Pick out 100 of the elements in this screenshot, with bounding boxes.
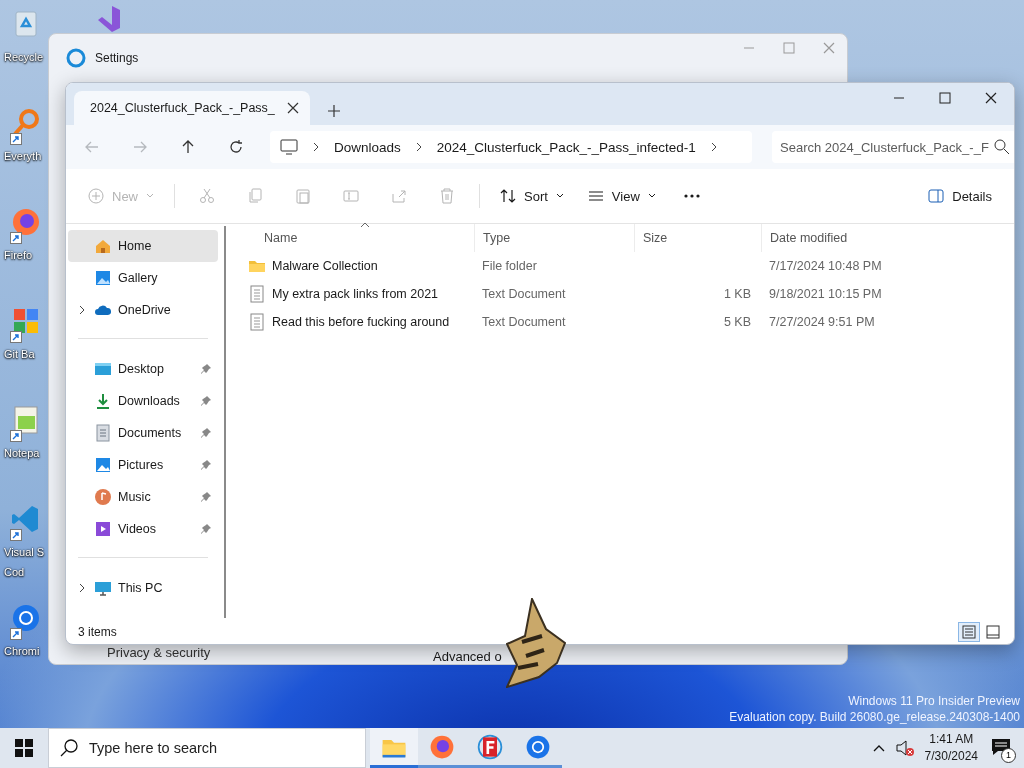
desktop-icon — [94, 360, 112, 378]
letter-f-app-icon — [476, 732, 504, 761]
download-icon — [94, 392, 112, 410]
speaker-muted-icon — [894, 739, 915, 757]
back-icon — [84, 139, 100, 155]
maximize-icon — [783, 42, 795, 54]
text-file-icon — [248, 285, 266, 303]
desktop-icon-label: Everyth — [3, 149, 42, 163]
sidebar-item[interactable]: Gallery — [68, 262, 218, 294]
file-date: 9/18/2021 10:15 PM — [768, 287, 883, 301]
details-pane-icon — [928, 189, 945, 203]
close-icon — [286, 102, 299, 114]
plus-icon — [88, 188, 104, 204]
window-title: Settings — [95, 51, 139, 65]
search-icon — [994, 139, 1010, 155]
desktop-icon-label: Visual S — [3, 545, 45, 559]
up-arrow-icon — [180, 139, 196, 155]
column-header[interactable]: Name — [242, 224, 474, 252]
sidebar-item[interactable]: This PC — [68, 572, 218, 604]
column-header[interactable]: Size — [634, 224, 761, 252]
taskbar-search-field[interactable]: Type here to search — [48, 728, 366, 768]
copy-icon — [247, 188, 263, 204]
column-header[interactable]: Type — [474, 224, 634, 252]
sidebar-item[interactable]: OneDrive — [68, 294, 218, 326]
document-icon — [94, 424, 112, 442]
notification-count: 1 — [1001, 748, 1016, 763]
settings-icon — [65, 47, 87, 69]
notifications-button[interactable]: 1 — [988, 735, 1014, 761]
monitor-icon — [280, 139, 298, 155]
sidebar-item[interactable]: Documents — [68, 417, 218, 449]
chevron-icon — [709, 142, 718, 152]
close-icon — [985, 92, 997, 104]
scissors-icon — [199, 188, 215, 204]
caret-icon — [146, 193, 154, 199]
file-name[interactable]: My extra pack links from 2021 — [272, 287, 439, 301]
search-field[interactable]: Search 2024_Clusterfuck_Pack_-_F — [772, 131, 1014, 163]
chevron-up-icon — [872, 744, 885, 752]
clock-time[interactable]: 1:41 AM — [929, 731, 974, 748]
pin-icon — [200, 491, 212, 503]
sidebar-item[interactable]: Desktop — [68, 353, 218, 385]
chat-bubble-icon — [990, 736, 1012, 757]
details-view-button[interactable] — [958, 622, 980, 642]
caret-icon — [555, 193, 564, 199]
link-text[interactable]: Advanced o — [433, 649, 502, 664]
view-button[interactable]: View — [579, 180, 664, 212]
plus-icon — [328, 105, 340, 117]
item-count: 3 items — [78, 625, 117, 639]
file-size: 5 KB — [723, 315, 751, 329]
column-header[interactable]: Date modified — [761, 224, 921, 252]
details-button[interactable]: Details — [920, 180, 1000, 212]
text-file-icon — [248, 313, 266, 331]
file-size: 1 KB — [723, 287, 751, 301]
refresh-icon — [228, 139, 244, 155]
nav-item[interactable]: Privacy & security — [107, 645, 211, 660]
details-view-icon — [962, 625, 976, 639]
pin-icon — [200, 363, 212, 375]
list-lines-icon — [587, 188, 604, 204]
sidebar-item[interactable]: Pictures — [68, 449, 218, 481]
pin-icon — [200, 395, 212, 407]
pin-icon — [200, 459, 212, 471]
browser-icon — [10, 602, 42, 634]
desktop-icon-label: Firefo — [3, 248, 33, 262]
watermark-text: Evaluation copy. Build 26080.ge_release.240308-1400 — [729, 710, 1020, 724]
share-icon — [391, 188, 407, 204]
sidebar-item[interactable]: Videos — [68, 513, 218, 545]
desktop-icon-label: Recycle — [3, 50, 44, 64]
chevron-icon — [78, 305, 86, 315]
video-icon — [94, 520, 112, 538]
clipboard-icon — [295, 188, 311, 204]
breadcrumb[interactable]: Downloads — [334, 139, 401, 155]
folder-tab[interactable]: 2024_Clusterfuck_Pack_-_Pass_ — [74, 91, 310, 125]
file-type: Text Document — [481, 287, 567, 301]
taskbar-app-button[interactable] — [370, 728, 418, 768]
music-icon — [94, 488, 112, 506]
firefox-icon — [10, 206, 42, 238]
address-bar[interactable]: Downloads 2024_Clusterfuck_Pack_-_Pass_infected-1 — [270, 131, 752, 163]
desktop-icon-label: Git Ba — [3, 347, 35, 361]
chevron-icon — [78, 583, 86, 593]
file-date: 7/27/2024 9:51 PM — [768, 315, 876, 329]
home-icon — [94, 237, 112, 255]
sidebar-item[interactable]: Downloads — [68, 385, 218, 417]
breadcrumb[interactable]: 2024_Clusterfuck_Pack_-_Pass_infected-1 — [436, 139, 696, 155]
gallery-icon — [94, 269, 112, 287]
trash-icon — [439, 188, 455, 204]
file-name[interactable]: Read this before fucking around — [272, 315, 450, 329]
chevron-icon — [312, 142, 320, 152]
close-icon — [823, 42, 835, 54]
rename-icon — [343, 188, 359, 204]
sort-button[interactable]: Sort — [492, 180, 572, 212]
file-name[interactable]: Malware Collection — [272, 259, 378, 273]
monitor-icon — [94, 579, 112, 597]
search-icon — [60, 739, 78, 757]
watermark-text: Windows 11 Pro Insider Preview — [848, 694, 1020, 708]
pin-icon — [200, 523, 212, 535]
sidebar-item[interactable]: Music — [68, 481, 218, 513]
desktop-icon-label: Chromi — [3, 644, 40, 658]
sidebar-item[interactable]: Home — [68, 230, 218, 262]
pin-icon — [200, 427, 212, 439]
chevron-icon — [414, 142, 423, 152]
clock-date[interactable]: 7/30/2024 — [924, 748, 978, 765]
